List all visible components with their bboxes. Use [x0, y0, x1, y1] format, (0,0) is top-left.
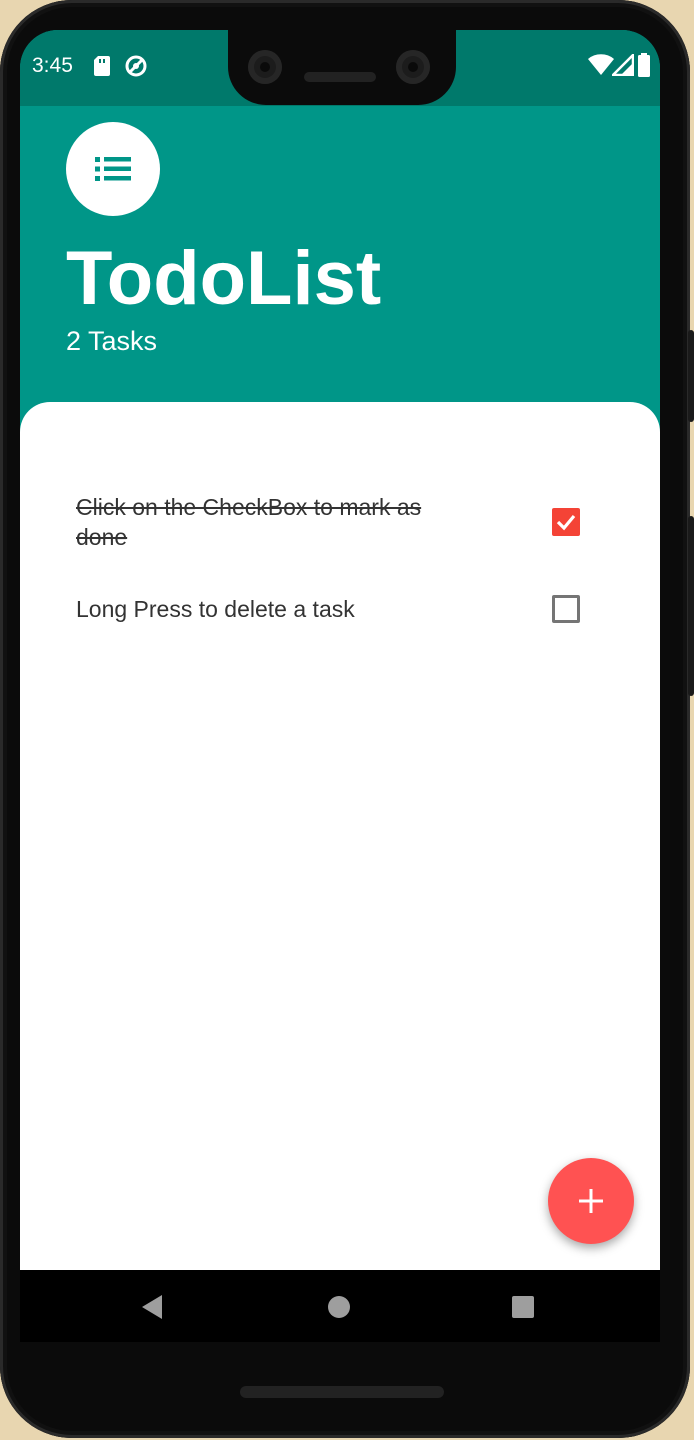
sd-card-icon	[94, 56, 110, 76]
recents-icon[interactable]	[512, 1296, 534, 1318]
list-item[interactable]: Click on the CheckBox to mark as done	[76, 492, 636, 552]
task-text: Long Press to delete a task	[76, 596, 355, 622]
task-count: 2 Tasks	[66, 326, 158, 356]
add-task-button[interactable]	[548, 1158, 634, 1244]
bottom-speaker	[240, 1386, 444, 1398]
page-title: TodoList	[66, 236, 382, 321]
app-header: TodoList 2 Tasks	[20, 106, 660, 406]
task-text: Click on the CheckBox to mark as done	[76, 494, 422, 550]
home-icon[interactable]	[328, 1296, 350, 1318]
list-item[interactable]: Long Press to delete a task	[76, 594, 636, 624]
sync-icon	[125, 55, 147, 77]
battery-icon	[638, 53, 650, 77]
wifi-icon	[588, 54, 614, 75]
volume-button	[688, 516, 694, 696]
plus-icon	[579, 1189, 603, 1213]
task-list: Click on the CheckBox to mark as done Lo…	[20, 402, 660, 1270]
checkmark-icon	[556, 514, 576, 531]
earpiece-speaker	[304, 72, 376, 82]
list-icon	[95, 157, 131, 181]
list-icon-badge	[66, 122, 160, 216]
status-time: 3:45	[32, 54, 73, 77]
task-checkbox[interactable]	[552, 595, 580, 623]
front-sensor	[396, 50, 430, 84]
cell-signal-icon	[612, 54, 634, 76]
power-button	[688, 330, 694, 422]
phone-frame: 3:45 TodoList 2 Tasks Click on the Check…	[0, 0, 694, 1438]
front-camera	[248, 50, 282, 84]
screen: 3:45 TodoList 2 Tasks Click on the Check…	[20, 30, 660, 1342]
task-checkbox[interactable]	[552, 508, 580, 536]
camera-notch	[228, 30, 456, 105]
nav-bar	[20, 1270, 660, 1342]
back-icon[interactable]	[140, 1294, 164, 1320]
